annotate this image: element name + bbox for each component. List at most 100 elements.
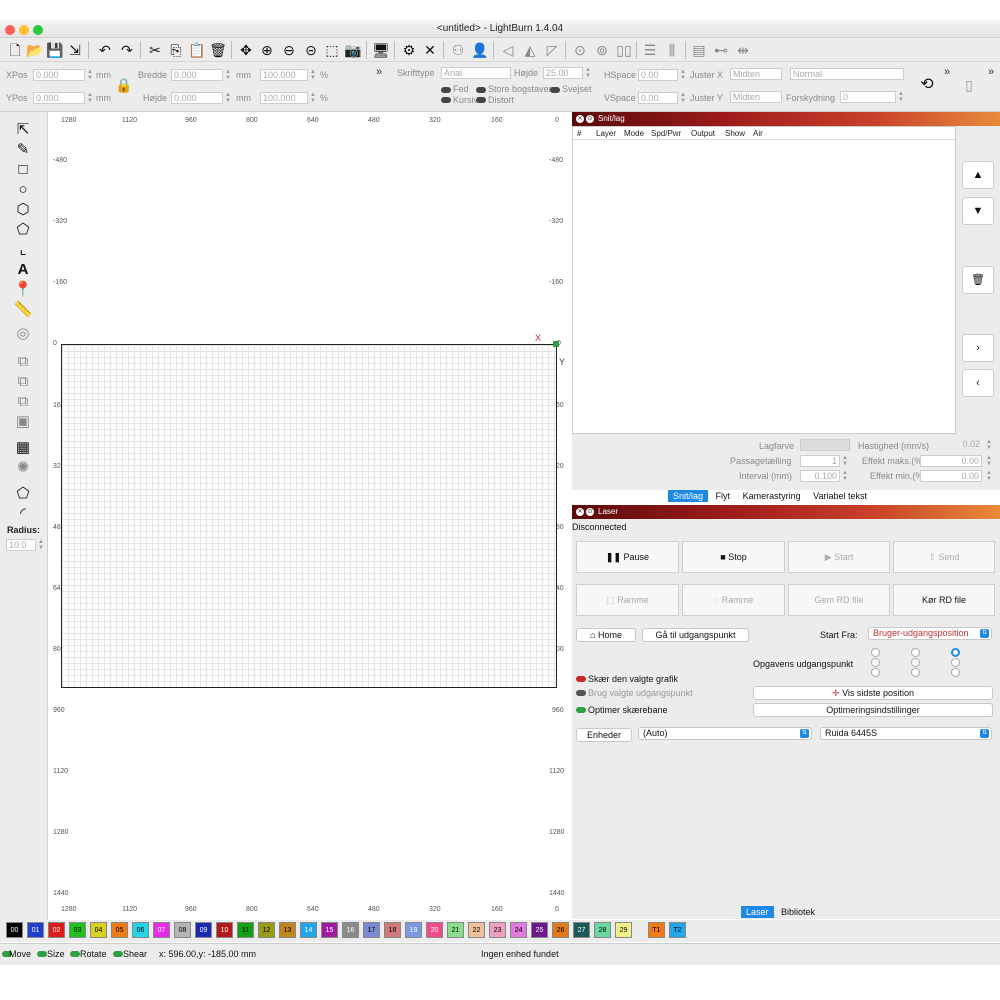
radius-stepper[interactable]: ▲ ▼	[38, 539, 44, 551]
color-swatch-03[interactable]: 03	[69, 922, 86, 938]
welded-toggle[interactable]	[550, 87, 560, 93]
min-power-stepper[interactable]: ▲ ▼	[986, 470, 992, 482]
color-swatch-04[interactable]: 04	[90, 922, 107, 938]
color-swatch-26[interactable]: 26	[552, 922, 569, 938]
origin-radio-tr[interactable]	[951, 648, 960, 657]
color-swatch-27[interactable]: 27	[573, 922, 590, 938]
zoom-in-icon[interactable]: ⊕	[258, 41, 276, 59]
origin-radio-bc[interactable]	[911, 668, 920, 677]
scale-height-stepper[interactable]: ▲ ▼	[310, 92, 316, 104]
bracket-icon[interactable]: ⌞	[12, 240, 34, 258]
color-swatch-05[interactable]: 05	[111, 922, 128, 938]
camera-icon[interactable]: 📷	[344, 41, 362, 59]
import-icon[interactable]: ⇲	[66, 41, 84, 59]
color-swatch-28[interactable]: 28	[594, 922, 611, 938]
boolean-subtract-icon[interactable]: ⧉	[12, 372, 34, 390]
font-height-stepper[interactable]: ▲ ▼	[585, 67, 591, 79]
speed-field[interactable]: 0.02	[920, 439, 982, 451]
interval-field[interactable]: 0.100	[800, 470, 840, 482]
settings-icon[interactable]: ⚙	[400, 41, 418, 59]
aligny-select[interactable]: Midten	[730, 91, 782, 103]
font-select[interactable]: Arial	[441, 67, 511, 79]
float-panel-icon[interactable]: ⊙	[586, 115, 594, 123]
text-icon[interactable]: A	[12, 260, 34, 278]
tab-move[interactable]: Flyt	[711, 490, 736, 502]
ypos-field[interactable]: 0.000	[33, 92, 85, 104]
center-icon[interactable]: ⊚	[593, 41, 611, 59]
passes-field[interactable]: 1	[800, 455, 840, 467]
optimize-path-toggle[interactable]	[576, 707, 586, 713]
width-field[interactable]: 0.000	[171, 69, 223, 81]
group-icon[interactable]: ⚇	[449, 41, 467, 59]
pause-button[interactable]: ❚❚ Pause	[576, 541, 679, 573]
color-swatch-10[interactable]: 10	[216, 922, 233, 938]
align-horizontal-icon[interactable]: ☰	[641, 41, 659, 59]
max-power-stepper[interactable]: ▲ ▼	[986, 455, 992, 467]
color-swatch-09[interactable]: 09	[195, 922, 212, 938]
send-button[interactable]: ⇧ Send	[893, 541, 995, 573]
color-swatch-12[interactable]: 12	[258, 922, 275, 938]
align-icon[interactable]: ◭	[521, 41, 539, 59]
height-stepper[interactable]: ▲ ▼	[225, 92, 231, 104]
position-pin-icon[interactable]: 📍	[12, 280, 34, 298]
italic-toggle[interactable]	[441, 97, 451, 103]
offset-icon[interactable]: ◎	[12, 324, 34, 342]
anchor-icon[interactable]: ⊷	[712, 41, 730, 59]
origin-radio-mc[interactable]	[911, 658, 920, 667]
optimization-settings-button[interactable]: Optimeringsindstillinger	[753, 703, 993, 717]
ellipse-icon[interactable]: ○	[12, 180, 34, 198]
undo-icon[interactable]: ↶	[96, 41, 114, 59]
zoom-frame-icon[interactable]: ⬚	[323, 41, 341, 59]
origin-radio-ml[interactable]	[871, 658, 880, 667]
color-swatch-17[interactable]: 17	[363, 922, 380, 938]
boolean-intersect-icon[interactable]: ⧉	[12, 392, 34, 410]
color-swatch-16[interactable]: 16	[342, 922, 359, 938]
port-select[interactable]: (Auto) ⇅	[638, 727, 812, 740]
frame-rect-button[interactable]: ⬚ Ramme	[576, 584, 679, 616]
spacing-icon[interactable]: ⇹	[734, 41, 752, 59]
vspace-field[interactable]: 0.00	[638, 92, 678, 104]
close-laser-panel-icon[interactable]: ✕	[576, 508, 584, 516]
zoom-fit-icon[interactable]: ⊝	[302, 41, 320, 59]
interval-stepper[interactable]: ▲ ▼	[842, 470, 848, 482]
ypos-stepper[interactable]: ▲ ▼	[87, 92, 93, 104]
font-height-field[interactable]: 25.00	[543, 67, 583, 79]
color-swatch-22[interactable]: 22	[468, 922, 485, 938]
color-swatch-02[interactable]: 02	[48, 922, 65, 938]
height-field[interactable]: 0.000	[171, 92, 223, 104]
rotate-toggle[interactable]	[70, 951, 80, 957]
more-props-1[interactable]: »	[376, 66, 382, 78]
caps-toggle[interactable]	[476, 87, 486, 93]
color-swatch-18[interactable]: 18	[384, 922, 401, 938]
color-swatch-08[interactable]: 08	[174, 922, 191, 938]
speed-stepper[interactable]: ▲ ▼	[986, 439, 992, 451]
radius-field[interactable]: 10.0	[6, 539, 36, 551]
origin-radio-mr[interactable]	[951, 658, 960, 667]
mirror-icon[interactable]: ◁	[499, 41, 517, 59]
scale-width-stepper[interactable]: ▲ ▼	[310, 69, 316, 81]
start-button[interactable]: ▶ Start	[788, 541, 890, 573]
origin-radio-tc[interactable]	[911, 648, 920, 657]
path-icon[interactable]: ▯	[960, 76, 978, 94]
next-layer-button[interactable]: ›	[962, 334, 994, 362]
color-swatch-29[interactable]: 29	[615, 922, 632, 938]
circular-array-icon[interactable]: ✺	[12, 458, 34, 476]
layer-color-swatch[interactable]	[800, 439, 850, 451]
color-swatch-21[interactable]: 21	[447, 922, 464, 938]
offset-field[interactable]: 0	[840, 91, 896, 103]
color-swatch-t1[interactable]: T1	[648, 922, 665, 938]
move-layer-down-button[interactable]: ▼	[962, 197, 994, 225]
move-icon[interactable]: ✥	[237, 41, 255, 59]
bold-toggle[interactable]	[441, 87, 451, 93]
cut-selected-toggle[interactable]	[576, 676, 586, 682]
xpos-stepper[interactable]: ▲ ▼	[87, 69, 93, 81]
rectangle-icon[interactable]: □	[12, 160, 34, 178]
delete-icon[interactable]: 🗑	[209, 41, 227, 59]
origin-radio-tl[interactable]	[871, 648, 880, 657]
more-props-2[interactable]: »	[944, 66, 950, 78]
color-swatch-t2[interactable]: T2	[669, 922, 686, 938]
start-from-select[interactable]: Bruger-udgangsposition ⇅	[868, 627, 992, 640]
goto-origin-button[interactable]: Gå til udgangspunkt	[642, 628, 749, 642]
style-select[interactable]: Normal	[790, 68, 904, 80]
color-swatch-00[interactable]: 00	[6, 922, 23, 938]
